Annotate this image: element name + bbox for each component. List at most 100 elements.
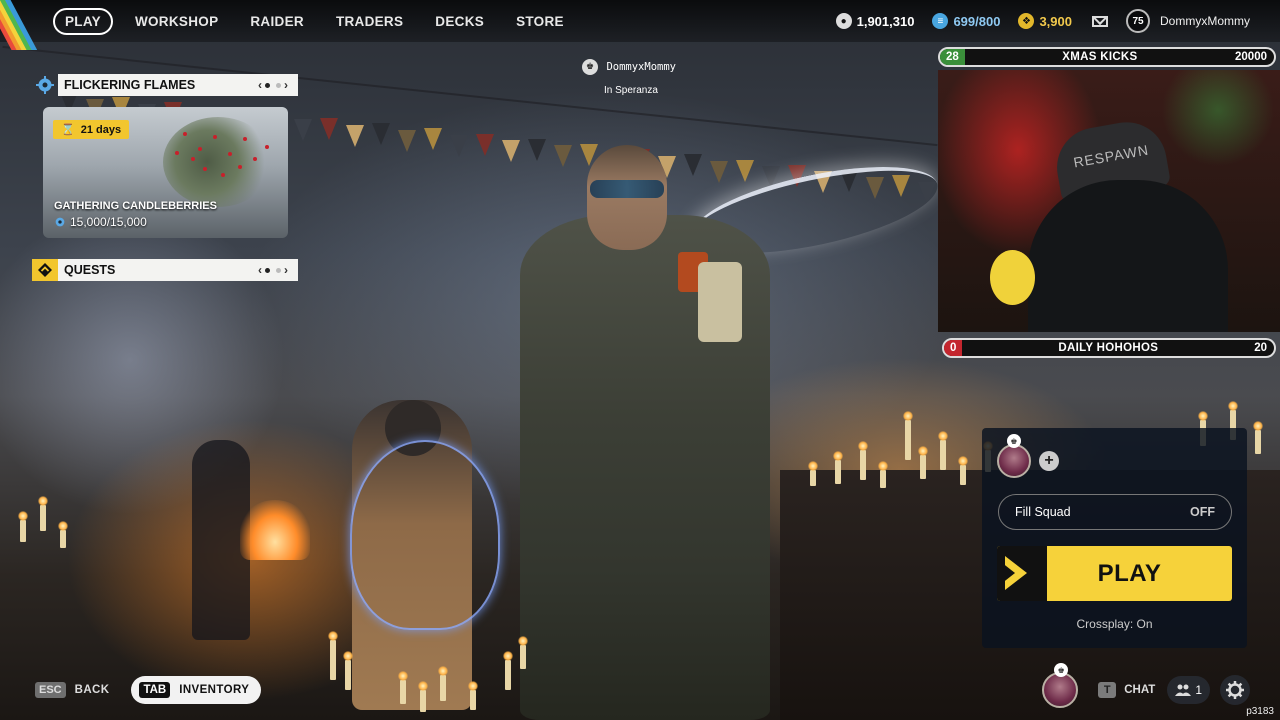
goal-title: XMAS KICKS — [1062, 51, 1138, 63]
main-nav: PLAY WORKSHOP RAIDER TRADERS DECKS STORE — [53, 8, 596, 35]
profile-username[interactable]: DommyxMommy — [1160, 14, 1250, 28]
banner-flag — [528, 139, 546, 161]
crown-icon: ♚ — [1054, 663, 1069, 677]
candle — [468, 681, 478, 710]
banner-flag — [372, 123, 390, 145]
crossplay-status: Crossplay: On — [1076, 617, 1153, 631]
back-label[interactable]: BACK — [75, 684, 110, 696]
friends-button[interactable]: 1 — [1167, 676, 1210, 704]
quests-panel-header[interactable]: QUESTS ‹ › — [32, 259, 298, 281]
candle — [418, 681, 428, 712]
banner-flag — [554, 145, 572, 167]
nav-raider[interactable]: RAIDER — [250, 14, 304, 29]
banner-flag — [502, 140, 520, 162]
gold-currency[interactable]: ❖ 3,900 — [1018, 13, 1072, 29]
player-location: In Speranza — [604, 85, 658, 96]
squad-member-avatar[interactable] — [997, 444, 1031, 478]
candle — [938, 431, 948, 470]
crown-icon: ♚ — [582, 58, 598, 75]
candle — [918, 446, 928, 479]
berry — [198, 147, 202, 151]
goal-count: 0 — [944, 340, 963, 356]
coins-currency[interactable]: ● 1,901,310 — [835, 13, 915, 29]
play-button-label: PLAY — [1097, 559, 1162, 587]
berry — [203, 167, 207, 171]
coins-value: 1,901,310 — [856, 13, 915, 29]
goal-target: 20 — [1254, 342, 1267, 354]
settings-button[interactable] — [1220, 675, 1250, 705]
event-card[interactable]: ⌛ 21 days GATHERING CANDLEBERRIES 15,000… — [43, 107, 288, 238]
fill-squad-toggle[interactable]: Fill Squad OFF — [998, 494, 1232, 530]
player-avatar[interactable]: ♚ — [1042, 663, 1079, 708]
nav-play[interactable]: PLAY — [53, 8, 113, 35]
goal-bar-top: 28 XMAS KICKS 20000 — [938, 47, 1276, 67]
candle — [438, 666, 448, 701]
friends-count: 1 — [1195, 683, 1202, 697]
event-panel-header[interactable]: FLICKERING FLAMES ‹ › — [32, 74, 298, 96]
blue-currency[interactable]: ≡ 699/800 — [932, 13, 1000, 29]
add-squad-member-button[interactable]: + — [1039, 451, 1059, 471]
berry — [238, 165, 242, 169]
gear-icon — [1226, 681, 1244, 699]
webcam-feed: RESPAWN — [938, 70, 1280, 332]
candle — [518, 636, 528, 669]
days-left-text: 21 days — [80, 123, 122, 136]
chat-label[interactable]: CHAT — [1124, 684, 1155, 696]
coin-icon: ● — [835, 13, 852, 29]
fill-squad-label: Fill Squad — [1015, 505, 1071, 519]
mail-icon[interactable] — [1092, 15, 1108, 27]
pager-dot — [265, 267, 270, 273]
goal-bar-bottom: 0 DAILY HOHOHOS 20 — [942, 338, 1276, 358]
esc-key-hint[interactable]: ESC — [35, 682, 66, 698]
raider-face-paint — [590, 180, 664, 198]
nav-workshop[interactable]: WORKSHOP — [135, 14, 218, 29]
pager-prev-icon[interactable]: ‹ — [258, 78, 262, 92]
rainbow-stripes-logo — [0, 0, 42, 50]
currency-bar: ● 1,901,310 ≡ 699/800 ❖ 3,900 75 DommyxM… — [818, 8, 1250, 34]
candle — [1253, 421, 1263, 454]
inventory-button[interactable]: TAB INVENTORY — [131, 676, 262, 704]
candle — [903, 411, 913, 460]
quests-pager[interactable]: ‹ › — [258, 263, 298, 277]
pager-next-icon[interactable]: › — [284, 78, 288, 92]
goal-target: 20000 — [1235, 51, 1267, 63]
bottom-left-controls: ESC BACK TAB INVENTORY — [35, 676, 262, 704]
friends-icon — [1175, 684, 1192, 696]
banner-flag — [450, 135, 468, 157]
berry — [228, 152, 232, 156]
candle — [833, 451, 843, 484]
chat-key-hint[interactable]: T — [1098, 682, 1117, 698]
raider-armband — [698, 262, 742, 342]
pager-next-icon[interactable]: › — [284, 263, 288, 277]
gear-flower-icon — [32, 74, 58, 96]
top-bar: PLAY WORKSHOP RAIDER TRADERS DECKS STORE… — [0, 0, 1280, 50]
blue-value: 699/800 — [953, 13, 1001, 29]
streamer-silhouette — [1028, 180, 1228, 332]
pager-prev-icon[interactable]: ‹ — [258, 263, 262, 277]
string-lights — [350, 440, 500, 630]
banner-flag — [684, 154, 702, 176]
candleberry-bush-image — [163, 117, 273, 207]
candle — [878, 461, 888, 488]
event-panel-title: FLICKERING FLAMES — [64, 78, 196, 92]
crown-icon: ♚ — [1007, 434, 1021, 448]
play-button[interactable]: PLAY — [997, 546, 1232, 601]
hourglass-icon: ⌛ — [61, 124, 75, 136]
event-pager[interactable]: ‹ › — [258, 78, 298, 92]
quest-diamond-icon — [32, 259, 58, 281]
player-level-badge[interactable]: 75 — [1126, 9, 1150, 33]
berry — [213, 135, 217, 139]
player-name: DommyxMommy — [606, 60, 676, 73]
nav-decks[interactable]: DECKS — [435, 14, 484, 29]
nav-store[interactable]: STORE — [516, 14, 564, 29]
berry — [175, 151, 179, 155]
gold-coins-icon: ❖ — [1018, 13, 1035, 29]
build-id: p3183 — [1246, 706, 1274, 717]
pager-dot — [276, 82, 281, 88]
tab-key-hint: TAB — [139, 682, 171, 698]
banner-flag — [476, 134, 494, 156]
plush-toy — [990, 250, 1035, 305]
candle — [38, 496, 48, 531]
banner-flag — [424, 128, 442, 150]
nav-traders[interactable]: TRADERS — [336, 14, 403, 29]
